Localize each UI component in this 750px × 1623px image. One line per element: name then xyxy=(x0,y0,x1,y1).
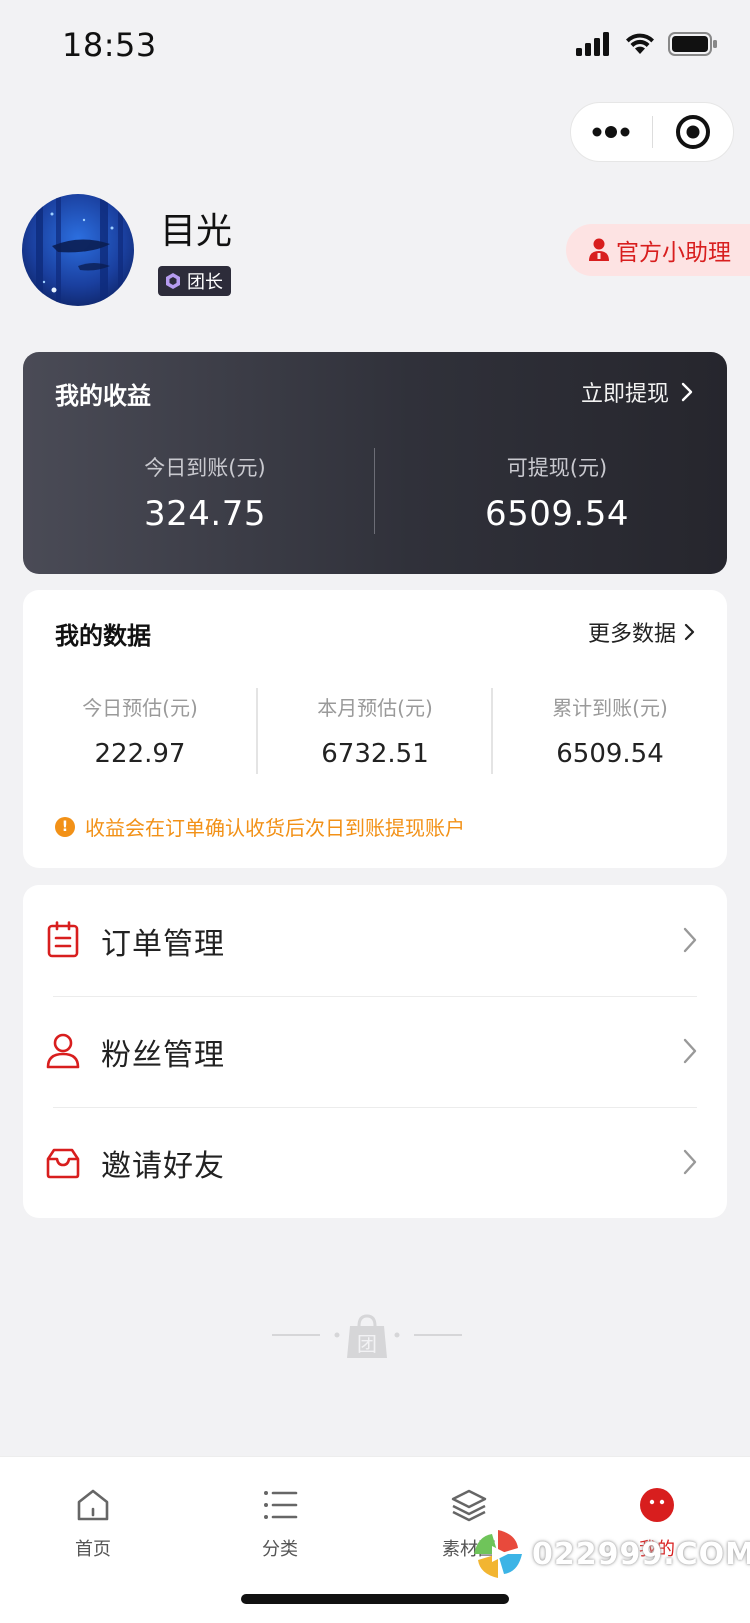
inbox-icon xyxy=(46,1148,80,1179)
withdraw-now-label: 立即提现 xyxy=(580,382,669,407)
menu-item-fan-management[interactable]: 粉丝管理 xyxy=(23,996,727,1107)
tab-category[interactable]: 分类 xyxy=(220,1485,340,1561)
withdrawable-stat: 可提现(元) 6509.54 xyxy=(387,452,727,534)
target-circle-icon xyxy=(675,115,710,149)
menu-item-label: 订单管理 xyxy=(101,926,225,962)
stat-today-estimate: 今日预估(元) 222.97 xyxy=(23,692,257,769)
watermark: 022999.COM xyxy=(472,1528,750,1580)
battery-icon xyxy=(668,32,717,56)
avatar[interactable] xyxy=(22,194,134,306)
more-dots-icon xyxy=(592,126,630,138)
notice-text: 收益会在订单确认收货后次日到账提现账户 xyxy=(85,816,465,840)
role-badge: 团长 xyxy=(158,266,231,296)
pinwheel-logo-icon xyxy=(474,1530,522,1578)
withdrawable-label: 可提现(元) xyxy=(506,456,608,480)
chevron-right-icon xyxy=(683,1149,697,1175)
home-icon xyxy=(77,1489,109,1521)
stat-month-estimate: 本月预估(元) 6732.51 xyxy=(258,692,492,769)
earnings-divider xyxy=(374,448,375,534)
menu-card: 订单管理 粉丝管理 邀请好友 xyxy=(23,885,727,1218)
wifi-icon xyxy=(626,33,654,54)
chevron-right-icon xyxy=(683,927,697,953)
hexagon-badge-icon xyxy=(166,273,180,289)
shopping-bag-logo-icon: 团 xyxy=(272,1314,462,1358)
today-received-label: 今日到账(元) xyxy=(144,456,266,480)
layers-icon xyxy=(451,1489,487,1522)
my-data-card: 我的数据 更多数据 今日预估(元) 222.97 本月预估(元) 6732.51… xyxy=(23,590,727,868)
stat-total-received: 累计到账(元) 6509.54 xyxy=(493,692,727,769)
chevron-right-icon xyxy=(681,382,693,402)
miniprogram-capsule xyxy=(570,102,734,162)
more-data-label: 更多数据 xyxy=(587,622,676,647)
tab-label: 分类 xyxy=(262,1539,298,1560)
tab-label: 首页 xyxy=(75,1539,111,1560)
status-bar: 18:53 xyxy=(0,0,750,92)
my-data-title: 我的数据 xyxy=(55,622,151,650)
chevron-right-icon xyxy=(683,1038,697,1064)
more-button[interactable] xyxy=(571,103,652,161)
close-miniprogram-button[interactable] xyxy=(653,103,734,161)
earnings-card: 我的收益 立即提现 今日到账(元) 324.75 可提现(元) 6509.54 xyxy=(23,352,727,574)
status-icons xyxy=(576,32,718,56)
user-name: 目光 xyxy=(160,211,233,252)
stat-value: 222.97 xyxy=(94,739,186,769)
menu-item-label: 粉丝管理 xyxy=(101,1037,225,1073)
stat-label: 累计到账(元) xyxy=(552,696,668,720)
today-received-value: 324.75 xyxy=(144,494,266,534)
withdrawable-value: 6509.54 xyxy=(484,494,630,534)
menu-item-order-management[interactable]: 订单管理 xyxy=(23,885,727,996)
earnings-title: 我的收益 xyxy=(55,382,151,410)
earnings-notice: ! 收益会在订单确认收货后次日到账提现账户 xyxy=(55,812,465,841)
home-indicator xyxy=(241,1594,509,1604)
menu-item-label: 邀请好友 xyxy=(101,1148,225,1184)
cellular-signal-icon xyxy=(576,32,609,56)
stat-label: 今日预估(元) xyxy=(82,696,198,720)
status-time: 18:53 xyxy=(62,26,157,64)
role-badge-label: 团长 xyxy=(187,272,223,293)
footer-brand-logo: 团 xyxy=(272,1310,478,1360)
avatar-image xyxy=(22,194,134,306)
footer-logo-text: 团 xyxy=(357,1332,377,1356)
stat-value: 6509.54 xyxy=(556,739,664,769)
warning-icon: ! xyxy=(55,816,75,837)
menu-item-invite-friends[interactable]: 邀请好友 xyxy=(23,1107,727,1218)
user-icon xyxy=(46,1033,80,1069)
chevron-right-icon xyxy=(684,623,695,641)
assistant-button-label: 官方小助理 xyxy=(616,240,731,266)
watermark-text: 022999.COM xyxy=(532,1536,750,1572)
tab-home[interactable]: 首页 xyxy=(33,1485,153,1561)
clipboard-icon xyxy=(47,921,79,958)
withdraw-now-link[interactable]: 立即提现 xyxy=(581,376,693,408)
stat-label: 本月预估(元) xyxy=(317,696,433,720)
assistant-person-icon xyxy=(589,238,609,261)
more-data-link[interactable]: 更多数据 xyxy=(588,616,695,648)
list-icon xyxy=(264,1491,298,1519)
today-received-stat: 今日到账(元) 324.75 xyxy=(35,452,375,534)
face-icon xyxy=(640,1488,674,1522)
official-assistant-button[interactable]: 官方小助理 xyxy=(566,224,750,276)
stat-value: 6732.51 xyxy=(321,739,429,769)
